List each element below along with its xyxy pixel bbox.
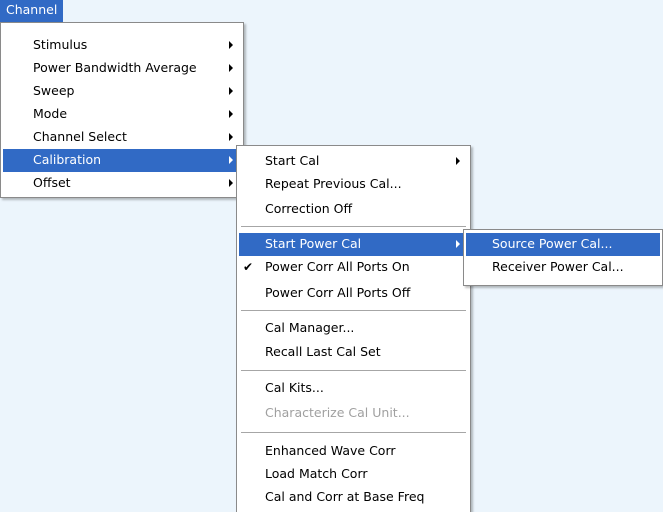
menu-item-source-power-cal[interactable]: Source Power Cal... bbox=[466, 233, 660, 256]
menu-separator bbox=[241, 370, 466, 371]
menu-separator bbox=[241, 432, 466, 433]
menu-item-receiver-power-cal[interactable]: Receiver Power Cal... bbox=[466, 256, 660, 279]
submenu-arrow-icon bbox=[456, 157, 460, 165]
menu-item-label: Start Power Cal bbox=[265, 236, 362, 251]
menubar-channel[interactable]: Channel bbox=[0, 0, 64, 22]
submenu-arrow-icon bbox=[229, 87, 233, 95]
menu-item-label: Power Bandwidth Average bbox=[33, 60, 197, 75]
menu-item-start-cal[interactable]: Start Cal bbox=[239, 150, 468, 173]
menu-item-cal-kits[interactable]: Cal Kits... bbox=[239, 377, 468, 400]
menu-item-power-corr-all-ports-on[interactable]: ✔ Power Corr All Ports On bbox=[239, 256, 468, 279]
menu-item-stimulus[interactable]: Stimulus bbox=[3, 34, 241, 57]
menu-item-calibration[interactable]: Calibration bbox=[3, 149, 241, 172]
checkmark-icon: ✔ bbox=[243, 260, 254, 274]
menu-item-offset[interactable]: Offset bbox=[3, 172, 241, 195]
menu-item-label: Power Corr All Ports On bbox=[265, 259, 410, 274]
menu-item-label: Channel Select bbox=[33, 129, 127, 144]
menu-item-label: Cal Kits... bbox=[265, 380, 324, 395]
menu-item-power-corr-all-ports-off[interactable]: Power Corr All Ports Off bbox=[239, 282, 468, 305]
menu-item-label: Receiver Power Cal... bbox=[492, 259, 624, 274]
menu-item-label: Cal and Corr at Base Freq bbox=[265, 489, 425, 504]
menu-item-label: Cal Manager... bbox=[265, 320, 355, 335]
menu-item-label: Power Corr All Ports Off bbox=[265, 285, 411, 300]
submenu-arrow-icon bbox=[229, 110, 233, 118]
menu-item-label: Characterize Cal Unit... bbox=[265, 405, 410, 420]
menu-item-mode[interactable]: Mode bbox=[3, 103, 241, 126]
submenu-arrow-icon bbox=[229, 156, 233, 164]
menu-item-label: Stimulus bbox=[33, 37, 88, 52]
menu-separator bbox=[241, 310, 466, 311]
menu-item-label: Repeat Previous Cal... bbox=[265, 176, 402, 191]
menu-item-label: Calibration bbox=[33, 152, 102, 167]
submenu-arrow-icon bbox=[229, 179, 233, 187]
submenu-arrow-icon bbox=[229, 41, 233, 49]
menu-item-cal-and-corr-base-freq[interactable]: Cal and Corr at Base Freq bbox=[239, 486, 468, 509]
menu-item-load-match-corr[interactable]: Load Match Corr bbox=[239, 463, 468, 486]
menu-item-enhanced-wave-corr[interactable]: Enhanced Wave Corr bbox=[239, 440, 468, 463]
menu-item-label: Load Match Corr bbox=[265, 466, 368, 481]
menu-item-repeat-previous-cal[interactable]: Repeat Previous Cal... bbox=[239, 173, 468, 196]
submenu-arrow-icon bbox=[229, 133, 233, 141]
menu-item-label: Recall Last Cal Set bbox=[265, 344, 381, 359]
power-cal-submenu: Source Power Cal... Receiver Power Cal..… bbox=[463, 229, 663, 286]
menu-item-label: Enhanced Wave Corr bbox=[265, 443, 396, 458]
channel-menu: Stimulus Power Bandwidth Average Sweep M… bbox=[0, 22, 244, 198]
menu-item-start-power-cal[interactable]: Start Power Cal bbox=[239, 233, 468, 256]
menu-item-label: Start Cal bbox=[265, 153, 320, 168]
menu-item-label: Correction Off bbox=[265, 201, 353, 216]
menu-item-power-bandwidth-average[interactable]: Power Bandwidth Average bbox=[3, 57, 241, 80]
menu-separator bbox=[241, 226, 466, 227]
menu-item-recall-last-cal-set[interactable]: Recall Last Cal Set bbox=[239, 341, 468, 364]
menu-item-label: Sweep bbox=[33, 83, 75, 98]
menu-item-label: Source Power Cal... bbox=[492, 236, 613, 251]
calibration-submenu: Start Cal Repeat Previous Cal... Correct… bbox=[236, 145, 471, 512]
menu-item-channel-select[interactable]: Channel Select bbox=[3, 126, 241, 149]
menu-item-cal-manager[interactable]: Cal Manager... bbox=[239, 317, 468, 340]
menu-item-correction-off[interactable]: Correction Off bbox=[239, 198, 468, 221]
submenu-arrow-icon bbox=[229, 64, 233, 72]
submenu-arrow-icon bbox=[456, 240, 460, 248]
menu-item-sweep[interactable]: Sweep bbox=[3, 80, 241, 103]
menu-item-characterize-cal-unit: Characterize Cal Unit... bbox=[239, 402, 468, 425]
menu-item-label: Mode bbox=[33, 106, 68, 121]
menu-item-label: Offset bbox=[33, 175, 71, 190]
